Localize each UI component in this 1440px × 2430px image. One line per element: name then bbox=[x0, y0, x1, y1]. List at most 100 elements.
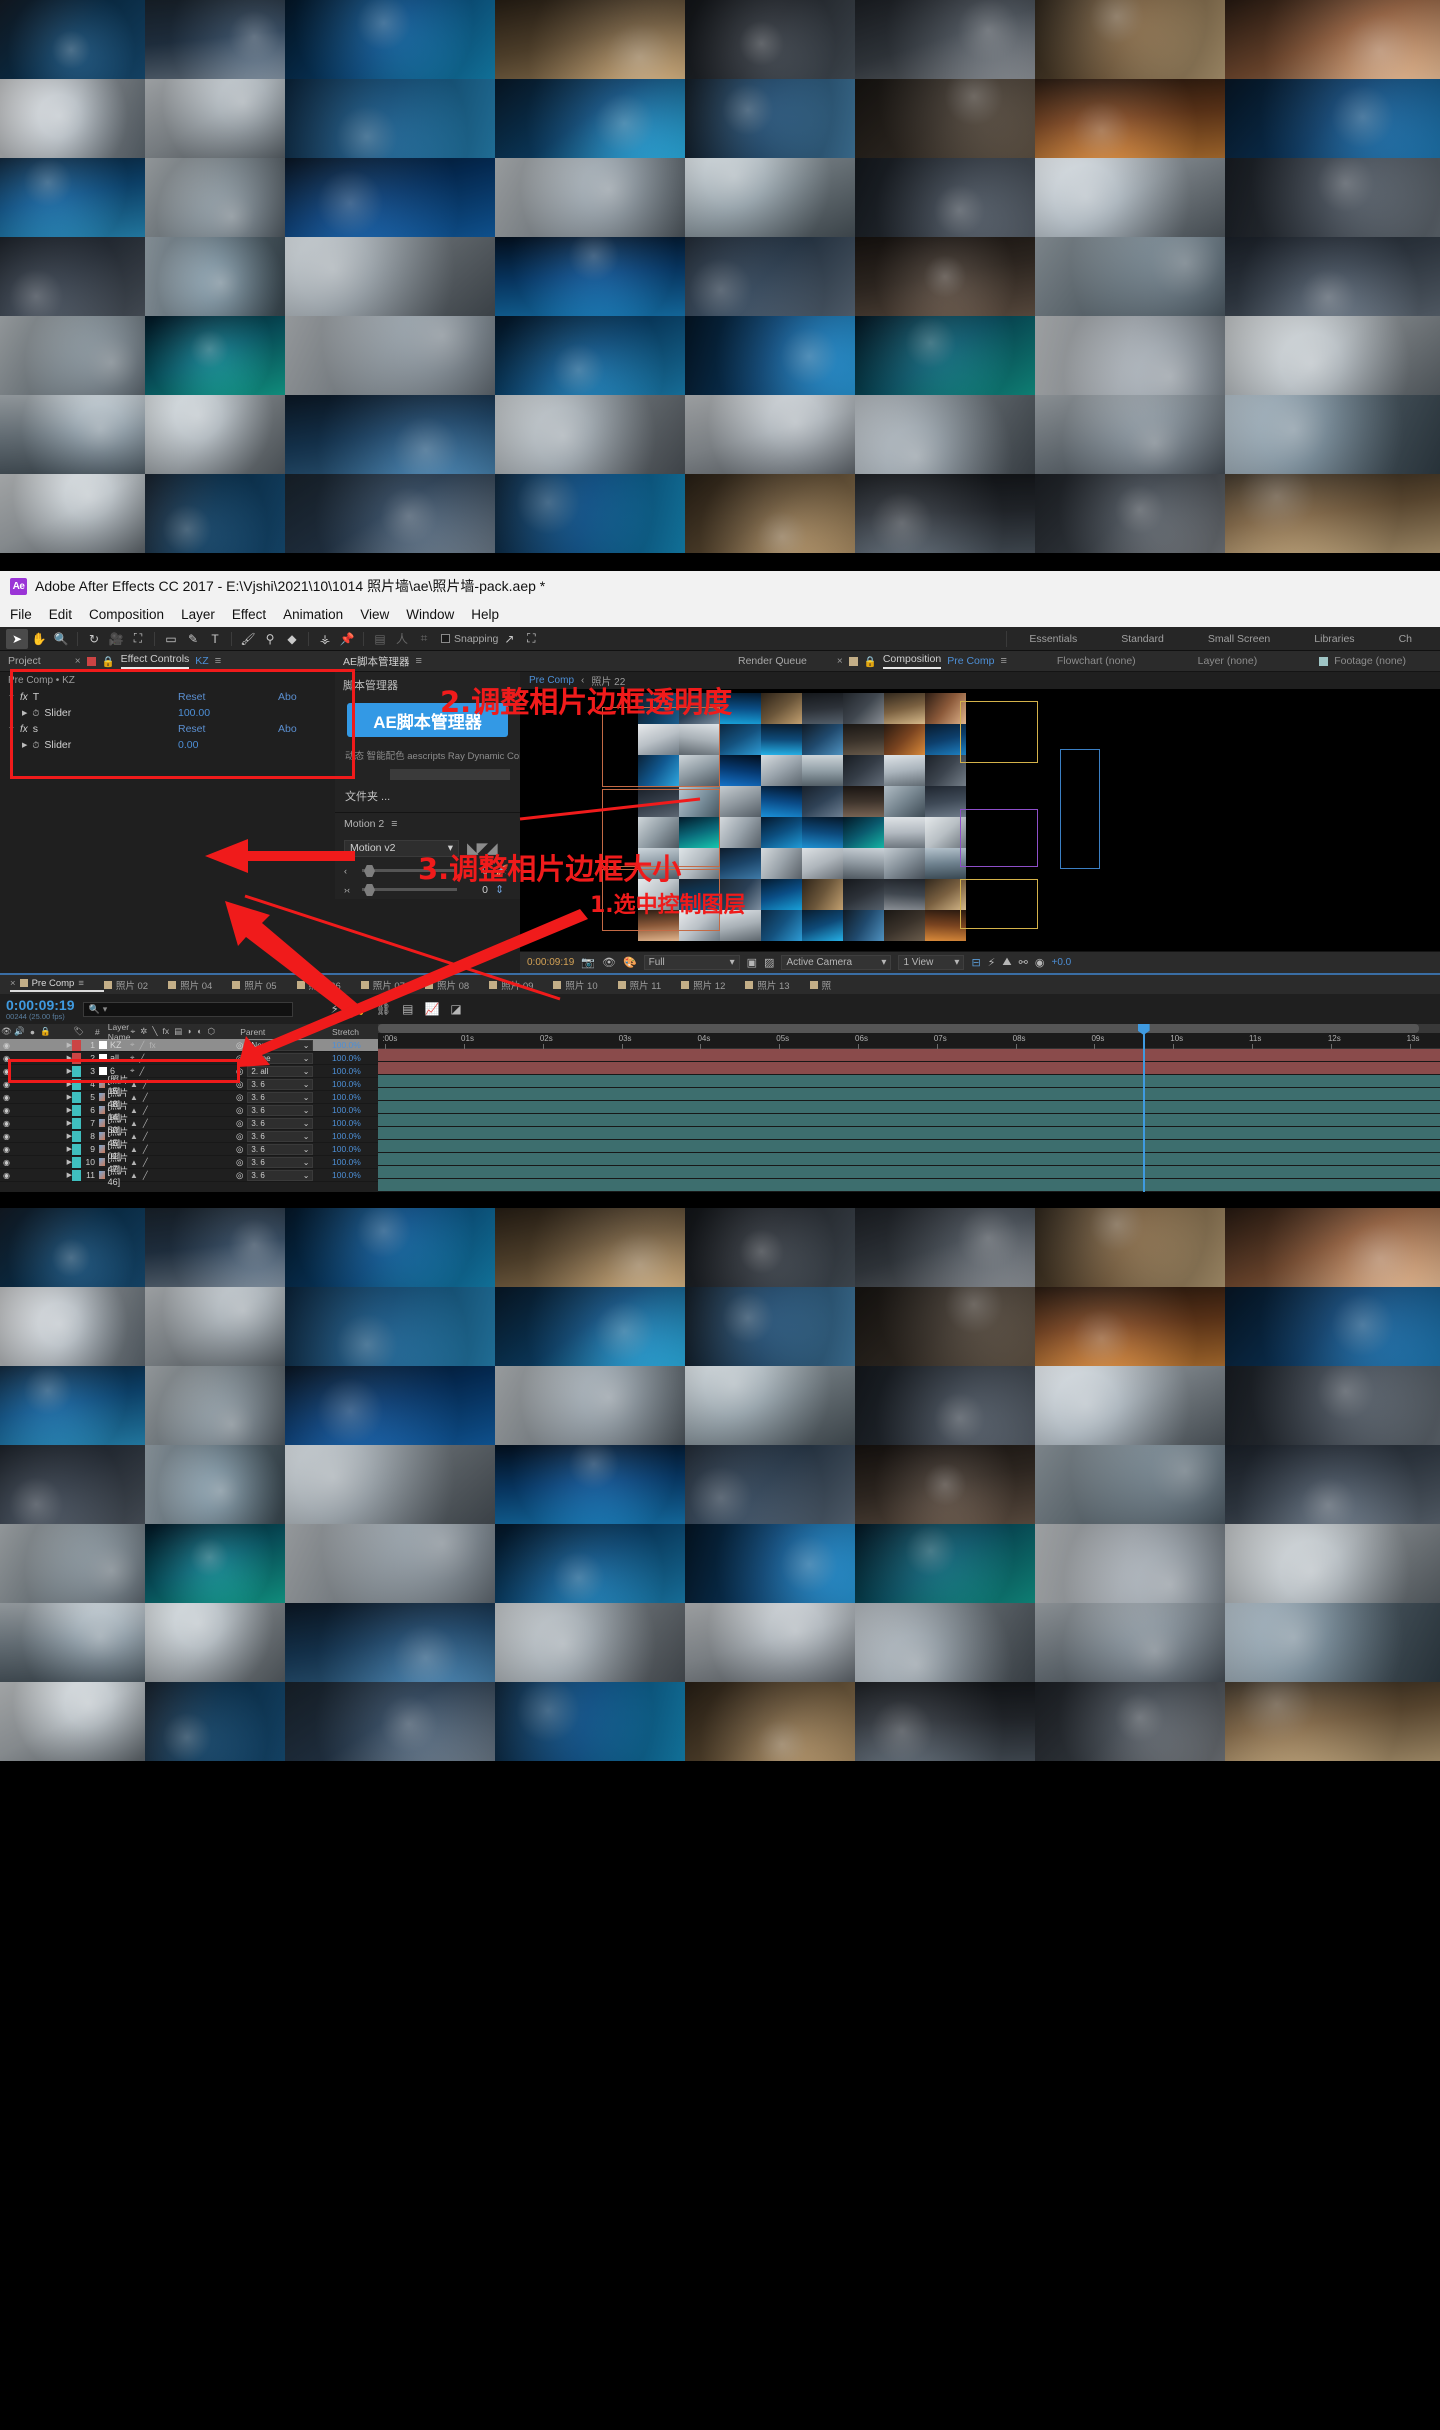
layer-stretch[interactable]: 100.0% bbox=[332, 1053, 378, 1063]
close-icon[interactable]: × bbox=[10, 978, 16, 989]
layer-duration-bar[interactable] bbox=[378, 1179, 1440, 1192]
label-color-swatch[interactable] bbox=[72, 1078, 81, 1090]
tab-flowchart[interactable]: Flowchart (none) bbox=[1057, 655, 1136, 667]
layer-stretch[interactable]: 100.0% bbox=[332, 1092, 378, 1102]
brainstorm-icon[interactable]: ◪ bbox=[450, 1002, 461, 1016]
motion2-slider[interactable]: ‹ 0 🚀 bbox=[335, 861, 520, 880]
timeline-tracks[interactable]: :00s 01s 02s 03s 04s 05s 06s 07s 08s 09s 10s 11s 12s… bbox=[378, 1024, 1440, 1192]
camera-dropdown[interactable]: Active Camera ▾ bbox=[781, 955, 892, 970]
layer-duration-bar[interactable] bbox=[378, 1062, 1440, 1075]
collapse-icon[interactable]: ▲ bbox=[130, 1171, 138, 1180]
disclosure-triangle-icon[interactable]: ▶ bbox=[52, 1080, 72, 1088]
rocket-icon[interactable]: 🚀 bbox=[495, 864, 509, 877]
resolution-dropdown[interactable]: Full ▾ bbox=[643, 955, 740, 970]
collapse-icon[interactable]: ▲ bbox=[130, 1080, 138, 1089]
parent-dropdown[interactable]: 3. 6 ⌄ bbox=[247, 1156, 314, 1168]
hide-shy-icon[interactable]: 🎭 bbox=[350, 1002, 365, 1016]
label-color-swatch[interactable] bbox=[72, 1091, 81, 1103]
timeline-tab[interactable]: 照片 07 bbox=[360, 978, 425, 992]
effect-controls-panel-header[interactable]: Project × 🔒 Effect Controls KZ ≡ bbox=[0, 651, 335, 672]
panel-menu-icon[interactable]: ≡ bbox=[215, 655, 221, 667]
menu-view[interactable]: View bbox=[360, 607, 389, 622]
timeline-tab-strip[interactable]: × Pre Comp ≡ 照片 02 照片 04 照片 05 照片 06 照片 0… bbox=[0, 975, 1440, 994]
time-ruler[interactable]: :00s 01s 02s 03s 04s 05s 06s 07s 08s 09s 10s 11s 12s… bbox=[378, 1033, 1440, 1049]
quality-icon[interactable]: ╱ bbox=[140, 1067, 145, 1076]
quality-icon[interactable]: ╱ bbox=[143, 1080, 148, 1089]
disclosure-triangle-icon[interactable]: ▼ bbox=[8, 726, 15, 733]
timeline-icon[interactable]: ⛰ bbox=[1002, 956, 1011, 969]
layer-switches[interactable]: ▲ ╱ bbox=[130, 1119, 236, 1128]
timeline-tab[interactable]: 照片 05 bbox=[232, 978, 296, 992]
label-color-swatch[interactable] bbox=[72, 1156, 81, 1168]
parent-dropdown[interactable]: 3. 6 ⌄ bbox=[247, 1117, 314, 1129]
layer-duration-bar[interactable] bbox=[378, 1114, 1440, 1127]
layer-stretch[interactable]: 100.0% bbox=[332, 1040, 378, 1050]
graph-editor-icon[interactable]: 📈 bbox=[424, 1002, 439, 1016]
timeline-tab[interactable]: × Pre Comp ≡ bbox=[10, 978, 104, 992]
collapse-icon[interactable]: ▲ bbox=[130, 1106, 138, 1115]
layer-duration-bar[interactable] bbox=[378, 1166, 1440, 1179]
snapping-toggle[interactable]: Snapping bbox=[441, 633, 498, 645]
layer-stretch[interactable]: 100.0% bbox=[332, 1066, 378, 1076]
timeline-tab[interactable]: 照片 08 bbox=[424, 978, 489, 992]
exposure-value[interactable]: +0.0 bbox=[1051, 957, 1071, 968]
pickwhip-icon[interactable]: ◎ bbox=[236, 1066, 243, 1077]
timeline-current-time[interactable]: 0:00:09:19 bbox=[6, 998, 75, 1012]
timeline-controls[interactable]: 0:00:09:19 00244 (25.00 fps) 🔍 ▾ ⚡ 🎭 ⛓ ▤ … bbox=[0, 994, 1440, 1024]
motion2-slider[interactable]: ›‹ 0 ⇕ bbox=[335, 880, 520, 899]
disclosure-triangle-icon[interactable]: ▶ bbox=[22, 709, 27, 717]
anchor-icon[interactable]: ⌖ bbox=[130, 1066, 135, 1076]
layer-duration-bar[interactable] bbox=[378, 1075, 1440, 1088]
slider-value[interactable]: 0 bbox=[464, 865, 488, 877]
workspace-small-screen[interactable]: Small Screen bbox=[1186, 633, 1292, 645]
parent-dropdown[interactable]: 3. 6 ⌄ bbox=[247, 1169, 314, 1181]
workspace-standard[interactable]: Standard bbox=[1099, 633, 1186, 645]
parent-dropdown[interactable]: 3. 6 ⌄ bbox=[247, 1091, 314, 1103]
table-row[interactable]: ◉ ▶ 11 [照片 46] ▲ ╱ ◎ 3. 6 ⌄ 100.0% bbox=[0, 1166, 378, 1187]
table-row[interactable]: ◉ ▶ 3 6 ⌖ ╱ ◎ 2. all ⌄ 100.0% bbox=[0, 1065, 378, 1078]
pickwhip-icon[interactable]: ◎ bbox=[236, 1092, 243, 1103]
disclosure-triangle-icon[interactable]: ▶ bbox=[52, 1106, 72, 1114]
script-panel-header[interactable]: AE脚本管理器 ≡ bbox=[335, 651, 520, 672]
label-color-swatch[interactable] bbox=[72, 1065, 81, 1077]
tab-effect-controls[interactable]: Effect Controls bbox=[120, 653, 190, 669]
motion-blur-icon[interactable]: ▤ bbox=[402, 1002, 413, 1016]
label-color-swatch[interactable] bbox=[72, 1117, 81, 1129]
disclosure-triangle-icon[interactable]: ▶ bbox=[52, 1067, 72, 1075]
slider-track[interactable] bbox=[362, 884, 457, 896]
align-icon[interactable]: 人 bbox=[391, 629, 413, 649]
channels-icon[interactable]: 🎨 bbox=[623, 956, 637, 969]
tab-project[interactable]: Project bbox=[8, 655, 41, 667]
composition-viewer[interactable] bbox=[520, 689, 1440, 951]
label-color-swatch[interactable] bbox=[72, 1039, 81, 1051]
effect-header-row[interactable]: ▼ fx T Reset Abo bbox=[0, 689, 335, 705]
quality-icon[interactable]: ╱ bbox=[140, 1054, 145, 1063]
camera-tool-icon[interactable]: 🎥 bbox=[105, 629, 127, 649]
parent-dropdown[interactable]: 3. 6 ⌄ bbox=[247, 1130, 314, 1142]
timeline-tab[interactable]: 照片 04 bbox=[168, 978, 232, 992]
menu-composition[interactable]: Composition bbox=[89, 607, 164, 622]
property-value[interactable]: 0.00 bbox=[178, 739, 198, 751]
pixel-aspect-icon[interactable]: ⊟ bbox=[971, 956, 980, 969]
pickwhip-icon[interactable]: ◎ bbox=[236, 1053, 243, 1064]
panel-menu-icon[interactable]: ≡ bbox=[416, 655, 422, 667]
layer-name[interactable]: all bbox=[99, 1053, 130, 1063]
layer-duration-bar[interactable] bbox=[378, 1153, 1440, 1166]
layer-switches[interactable]: ⌖ ╱ bbox=[130, 1066, 236, 1076]
label-color-swatch[interactable] bbox=[72, 1052, 81, 1064]
pickwhip-icon[interactable]: ◎ bbox=[236, 1118, 243, 1129]
slider-knob[interactable] bbox=[364, 865, 375, 877]
layer-switches[interactable]: ▲ ╱ bbox=[130, 1145, 236, 1154]
layer-duration-bar[interactable] bbox=[378, 1127, 1440, 1140]
table-row[interactable]: ◉ ▶ 7 [照片 50] ▲ ╱ ◎ 3. 6 ⌄ 100.0% bbox=[0, 1114, 378, 1135]
disclosure-triangle-icon[interactable]: ▶ bbox=[52, 1119, 72, 1127]
comp-flowchart-icon[interactable]: ⚯ bbox=[1019, 956, 1028, 969]
shape-tool-icon[interactable]: ▭ bbox=[160, 629, 182, 649]
align-left-icon[interactable]: ▤ bbox=[369, 629, 391, 649]
snapping-checkbox[interactable] bbox=[441, 634, 450, 643]
zoom-tool-icon[interactable]: 🔍 bbox=[50, 629, 72, 649]
distribute-icon[interactable]: ⌗ bbox=[413, 629, 435, 649]
panel-menu-icon[interactable]: ≡ bbox=[391, 818, 397, 830]
pickwhip-icon[interactable]: ◎ bbox=[236, 1170, 243, 1181]
layer-switches[interactable]: ⌖ ╱ fx bbox=[130, 1040, 236, 1050]
